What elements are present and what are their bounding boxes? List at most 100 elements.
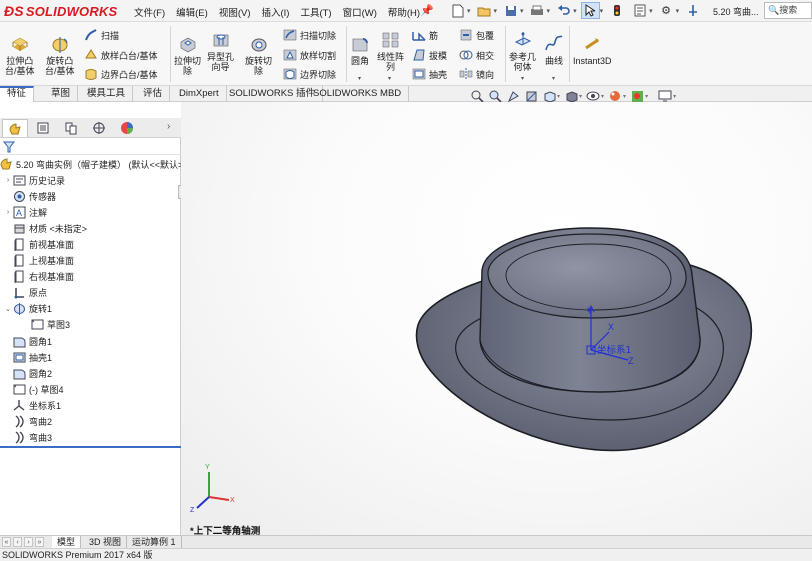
fillet-dropdown-icon[interactable]: ▾ xyxy=(358,75,361,82)
expand-toggle-icon[interactable]: › xyxy=(4,209,12,216)
menu-help[interactable]: 帮助(H) xyxy=(388,5,420,19)
tree-filter[interactable] xyxy=(0,138,181,155)
boundary-boss-button[interactable]: 边界凸台/基体 xyxy=(84,67,158,81)
menu-edit[interactable]: 编辑(E) xyxy=(176,5,208,19)
tree-item-11[interactable]: 抽壳1 xyxy=(0,349,181,365)
wrap-button[interactable]: 包覆 xyxy=(459,28,494,42)
hole-wizard-button[interactable]: 异型孔 向导 xyxy=(207,30,234,72)
loft-boss-button[interactable]: 放样凸台/基体 xyxy=(84,48,158,62)
section-view-icon[interactable] xyxy=(524,89,538,103)
tab-evaluate[interactable]: 评估 xyxy=(136,86,171,102)
configuration-manager-tab-icon[interactable] xyxy=(58,119,84,137)
revolve-boss-button[interactable]: 旋转凸 台/基体 xyxy=(45,34,75,76)
draft-button[interactable]: 拔模 xyxy=(412,48,447,62)
hat-model[interactable]: Y X Z 坐标系1 Y X Z xyxy=(181,102,812,535)
sweep-cut-button[interactable]: 扫描切除 xyxy=(283,28,336,42)
dropdown-icon[interactable]: ▾ xyxy=(645,93,648,100)
instant3d-button[interactable]: Instant3D xyxy=(573,34,612,66)
menu-insert[interactable]: 插入(I) xyxy=(261,5,289,19)
first-tab-icon[interactable]: « xyxy=(2,537,11,547)
search-input[interactable]: 🔍搜索 xyxy=(764,2,812,19)
tree-item-15[interactable]: 弯曲2 xyxy=(0,414,181,430)
tree-item-5[interactable]: 上视基准面 xyxy=(0,253,181,269)
tree-item-16[interactable]: 弯曲3 xyxy=(0,430,181,446)
print-icon[interactable] xyxy=(528,2,547,19)
last-tab-icon[interactable]: » xyxy=(35,537,44,547)
tab-sketch[interactable]: 草图 xyxy=(44,86,79,102)
dropdown-icon[interactable]: ▾ xyxy=(601,93,604,100)
tab-solidworks-mbd[interactable]: SOLIDWORKS MBD xyxy=(306,86,410,102)
options-gear-icon[interactable]: ⚙ xyxy=(657,2,676,19)
feature-tree-tab-icon[interactable] xyxy=(2,119,28,137)
extrude-boss-button[interactable]: 拉伸凸 台/基体 xyxy=(5,34,35,76)
dropdown-icon[interactable]: ▾ xyxy=(673,93,676,100)
intersect-button[interactable]: 相交 xyxy=(459,48,494,62)
tree-item-2[interactable]: › A 注解 xyxy=(0,204,181,220)
tab-dimxpert[interactable]: DimXpert xyxy=(172,86,227,102)
dropdown-icon[interactable]: ▾ xyxy=(573,7,577,15)
boundary-cut-button[interactable]: 边界切除 xyxy=(283,67,336,81)
expand-toggle-icon[interactable]: ⌄ xyxy=(4,305,12,313)
linear-pattern-button[interactable]: 线性阵 列 xyxy=(377,30,404,72)
reference-geometry-button[interactable]: 参考几 何体 xyxy=(509,30,536,72)
save-icon[interactable] xyxy=(501,2,520,19)
expand-toggle-icon[interactable]: › xyxy=(4,177,12,184)
dropdown-icon[interactable]: ▾ xyxy=(579,93,582,100)
tree-item-13[interactable]: (-) 草图4 xyxy=(0,381,181,397)
curves-dropdown-icon[interactable]: ▾ xyxy=(552,75,555,82)
dropdown-icon[interactable]: ▾ xyxy=(600,7,604,15)
zoom-to-area-icon[interactable] xyxy=(488,89,502,103)
graphics-area[interactable]: Y X Z 坐标系1 Y X Z xyxy=(181,102,812,535)
solidworks-logo[interactable]: ƉS SOLIDWORKS xyxy=(4,3,117,19)
dropdown-icon[interactable]: ▾ xyxy=(557,93,560,100)
menu-tools[interactable]: 工具(T) xyxy=(300,5,331,19)
fillet-button[interactable]: 圆角 xyxy=(350,34,370,66)
tree-item-3[interactable]: 材质 <未指定> xyxy=(0,220,181,236)
loft-cut-button[interactable]: 放样切割 xyxy=(283,48,336,62)
pin-toolbar-icon[interactable] xyxy=(683,2,702,19)
extrude-cut-button[interactable]: 拉伸切 除 xyxy=(174,34,201,76)
hide-show-items-icon[interactable] xyxy=(586,89,600,103)
revolve-cut-button[interactable]: 旋转切 除 xyxy=(245,34,272,76)
menu-file[interactable]: 文件(F) xyxy=(134,5,165,19)
tree-item-4[interactable]: 前视基准面 xyxy=(0,236,181,252)
dropdown-icon[interactable]: ▾ xyxy=(494,7,498,15)
view-orientation-icon[interactable] xyxy=(542,89,556,103)
undo-icon[interactable] xyxy=(554,2,573,19)
display-manager-tab-icon[interactable] xyxy=(114,119,140,137)
tree-rollback-bar[interactable] xyxy=(0,446,181,448)
dropdown-icon[interactable]: ▾ xyxy=(623,93,626,100)
pin-menu-icon[interactable]: 📌 xyxy=(420,4,434,17)
tree-item-7[interactable]: 原点 xyxy=(0,285,181,301)
dropdown-icon[interactable]: ▾ xyxy=(676,7,680,15)
next-tab-icon[interactable]: › xyxy=(24,537,33,547)
apply-scene-icon[interactable] xyxy=(630,89,644,103)
tree-item-1[interactable]: 传感器 xyxy=(0,188,181,204)
prev-tab-icon[interactable]: ‹ xyxy=(13,537,22,547)
dropdown-icon[interactable]: ▾ xyxy=(520,7,524,15)
dropdown-icon[interactable]: ▾ xyxy=(649,7,653,15)
dimxpert-manager-tab-icon[interactable] xyxy=(86,119,112,137)
curves-button[interactable]: 曲线 xyxy=(544,34,564,66)
new-document-icon[interactable] xyxy=(448,2,467,19)
rebuild-icon[interactable] xyxy=(607,2,626,19)
menu-view[interactable]: 视图(V) xyxy=(219,5,251,19)
sweep-button[interactable]: 扫描 xyxy=(84,28,119,42)
open-folder-icon[interactable] xyxy=(475,2,494,19)
pattern-dropdown-icon[interactable]: ▾ xyxy=(388,75,391,82)
ref-geometry-dropdown-icon[interactable]: ▾ xyxy=(521,75,524,82)
menu-window[interactable]: 窗口(W) xyxy=(343,5,377,19)
previous-view-icon[interactable] xyxy=(506,89,520,103)
tree-item-12[interactable]: 圆角2 xyxy=(0,365,181,381)
tree-item-8[interactable]: ⌄ 旋转1 xyxy=(0,301,181,317)
tab-mold-tools[interactable]: 模具工具 xyxy=(80,86,134,102)
display-style-icon[interactable] xyxy=(564,89,578,103)
tree-root-part[interactable]: 5.20 弯曲实例（帽子建模） (默认<<默认> xyxy=(0,156,183,172)
property-manager-tab-icon[interactable] xyxy=(30,119,56,137)
tree-item-10[interactable]: 圆角1 xyxy=(0,333,181,349)
tree-item-0[interactable]: › 历史记录 xyxy=(0,172,181,188)
tab-features[interactable]: 特征 xyxy=(0,86,35,102)
panel-scroll-right-icon[interactable]: › xyxy=(167,121,170,132)
file-properties-icon[interactable] xyxy=(630,2,649,19)
rib-button[interactable]: 筋 xyxy=(412,28,438,42)
